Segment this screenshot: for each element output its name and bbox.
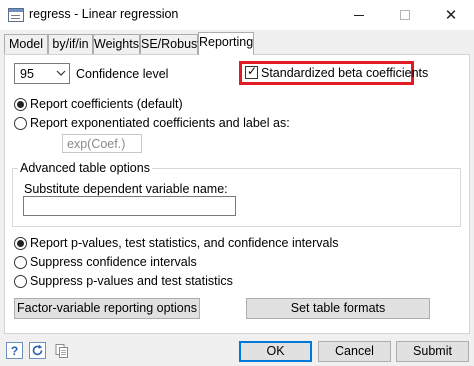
maximize-icon (400, 10, 410, 20)
copy-icon[interactable] (53, 342, 70, 359)
tab-se-robust[interactable]: SE/Robust (140, 34, 201, 54)
report-coefficients-radio[interactable] (14, 98, 27, 111)
exp-label-input[interactable]: exp(Coef.) (62, 134, 142, 153)
suppress-ci-label: Suppress confidence intervals (30, 255, 197, 269)
confidence-level-label: Confidence level (76, 67, 169, 81)
minimize-icon (354, 14, 364, 16)
exp-label-placeholder: exp(Coef.) (67, 137, 126, 151)
set-table-formats-button[interactable]: Set table formats (246, 298, 430, 319)
tab-by-if-in[interactable]: by/if/in (48, 34, 93, 54)
substitute-dependent-label: Substitute dependent variable name: (24, 182, 228, 196)
app-icon (8, 8, 24, 22)
confidence-level-value: 95 (20, 67, 34, 81)
suppress-pvalues-label: Suppress p-values and test statistics (30, 274, 233, 288)
ok-button[interactable]: OK (239, 341, 312, 362)
standardized-beta-label: Standardized beta coefficients (261, 66, 429, 80)
help-icon[interactable]: ? (6, 342, 23, 359)
window-title: regress - Linear regression (29, 7, 179, 21)
maximize-button[interactable] (382, 0, 428, 30)
report-exponentiated-label: Report exponentiated coefficients and la… (30, 116, 290, 130)
close-button[interactable]: ✕ (428, 0, 474, 30)
submit-button[interactable]: Submit (396, 341, 469, 362)
minimize-button[interactable] (336, 0, 382, 30)
refresh-icon (32, 344, 43, 356)
tab-model[interactable]: Model (4, 34, 48, 54)
reset-icon[interactable] (29, 342, 46, 359)
copy-command-icon (55, 343, 68, 358)
close-icon: ✕ (444, 6, 458, 24)
cancel-button[interactable]: Cancel (318, 341, 391, 362)
report-exponentiated-radio[interactable] (14, 117, 27, 130)
suppress-pvalues-radio[interactable] (14, 275, 27, 288)
confidence-level-select[interactable]: 95 (14, 63, 70, 84)
factor-variable-options-button[interactable]: Factor-variable reporting options (14, 298, 200, 319)
tab-reporting[interactable]: Reporting (198, 32, 254, 55)
report-coefficients-label: Report coefficients (default) (30, 97, 183, 111)
checkmark-icon: ✓ (247, 64, 258, 78)
suppress-ci-radio[interactable] (14, 256, 27, 269)
substitute-dependent-input[interactable] (23, 196, 236, 216)
chevron-down-icon (56, 70, 66, 76)
tab-weights[interactable]: Weights (93, 34, 140, 54)
standardized-beta-checkbox[interactable]: ✓ (245, 64, 258, 79)
advanced-table-options-title: Advanced table options (18, 161, 152, 175)
report-pvalues-label: Report p-values, test statistics, and co… (30, 236, 339, 250)
report-pvalues-radio[interactable] (14, 237, 27, 250)
